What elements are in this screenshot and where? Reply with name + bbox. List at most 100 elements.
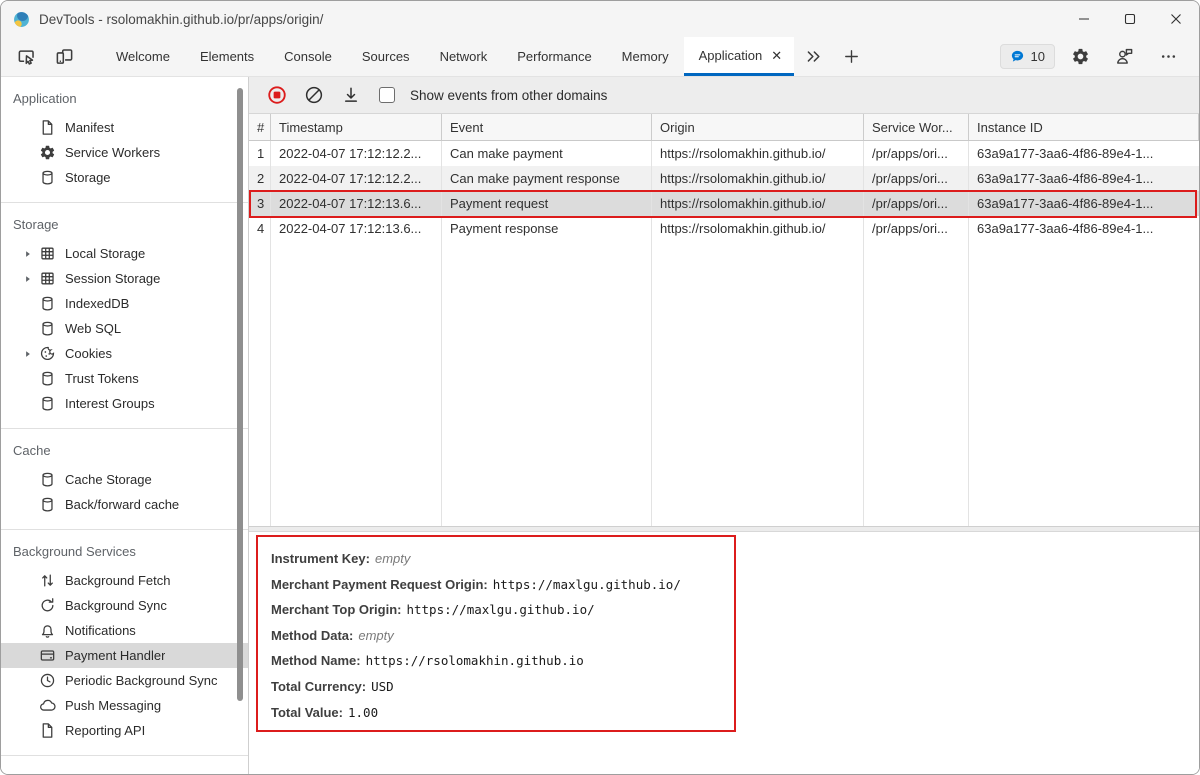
event-details-highlight-box: Instrument Key:empty Merchant Payment Re… [256, 535, 736, 732]
sidebar-item-indexeddb[interactable]: IndexedDB [1, 291, 248, 316]
column-header-service-worker[interactable]: Service Wor... [864, 114, 969, 141]
database-icon [39, 395, 56, 412]
table-cell-selected[interactable]: 2022-04-07 17:12:13.6... [271, 191, 442, 216]
tab-elements[interactable]: Elements [185, 37, 269, 76]
table-cell[interactable]: /pr/apps/ori... [864, 166, 969, 191]
expand-arrow-icon[interactable] [17, 349, 39, 359]
show-other-domains-checkbox[interactable] [379, 87, 395, 103]
sidebar-item-trust-tokens[interactable]: Trust Tokens [1, 366, 248, 391]
sidebar-item-reporting-api[interactable]: Reporting API [1, 718, 248, 743]
sidebar-item-cache-storage[interactable]: Cache Storage [1, 467, 248, 492]
table-cell-selected[interactable]: Payment request [442, 191, 652, 216]
device-toolbar-icon [55, 47, 74, 66]
tab-network[interactable]: Network [425, 37, 503, 76]
sidebar-item-notifications[interactable]: Notifications [1, 618, 248, 643]
sidebar-item-manifest[interactable]: Manifest [1, 115, 248, 140]
table-cell[interactable]: Can make payment response [442, 166, 652, 191]
tab-close-icon[interactable]: ✕ [771, 49, 782, 62]
sidebar-item-interest-groups[interactable]: Interest Groups [1, 391, 248, 416]
table-cell[interactable]: https://rsolomakhin.github.io/ [652, 141, 864, 166]
column-header-timestamp[interactable]: Timestamp [271, 114, 442, 141]
sidebar-item-background-fetch[interactable]: Background Fetch [1, 568, 248, 593]
payment-handler-panel: Show events from other domains # Timesta… [249, 77, 1199, 774]
table-cell[interactable]: 2022-04-07 17:12:12.2... [271, 141, 442, 166]
table-cell[interactable]: 2 [249, 166, 271, 191]
more-tabs-button[interactable] [796, 37, 830, 76]
table-cell[interactable]: /pr/apps/ori... [864, 216, 969, 241]
column-header-origin[interactable]: Origin [652, 114, 864, 141]
feedback-button[interactable] [1107, 47, 1141, 66]
table-cell[interactable]: https://rsolomakhin.github.io/ [652, 216, 864, 241]
issues-badge[interactable]: 10 [1000, 44, 1055, 69]
table-cell-selected[interactable]: 3 [249, 191, 271, 216]
sidebar-item-periodic-background-sync[interactable]: Periodic Background Sync [1, 668, 248, 693]
events-table: # Timestamp Event Origin Service Wor... … [249, 114, 1199, 526]
table-cell-selected[interactable]: /pr/apps/ori... [864, 191, 969, 216]
tab-sources[interactable]: Sources [347, 37, 425, 76]
detail-field: Instrument Key:empty [271, 546, 721, 572]
sidebar-item-cookies[interactable]: Cookies [1, 341, 248, 366]
table-cell[interactable]: https://rsolomakhin.github.io/ [652, 166, 864, 191]
events-toolbar: Show events from other domains [249, 77, 1199, 114]
table-cell[interactable]: 2022-04-07 17:12:13.6... [271, 216, 442, 241]
inspect-element-button[interactable] [9, 37, 43, 76]
section-application: Application Manifest Service Workers [1, 77, 248, 203]
table-icon [39, 270, 56, 287]
sidebar-item-web-sql[interactable]: Web SQL [1, 316, 248, 341]
expand-arrow-icon[interactable] [17, 274, 39, 284]
sidebar-scrollbar[interactable] [237, 88, 243, 701]
sidebar-item-local-storage[interactable]: Local Storage [1, 241, 248, 266]
table-cell[interactable]: 1 [249, 141, 271, 166]
detail-field: Merchant Top Origin:https://maxlgu.githu… [271, 597, 721, 623]
column-header-num[interactable]: # [249, 114, 271, 141]
settings-button[interactable] [1063, 47, 1097, 66]
table-cell-selected[interactable]: 63a9a177-3aa6-4f86-89e4-1... [969, 191, 1199, 216]
table-cell[interactable]: /pr/apps/ori... [864, 141, 969, 166]
add-tab-button[interactable] [834, 37, 868, 76]
sidebar-item-background-sync[interactable]: Background Sync [1, 593, 248, 618]
more-options-button[interactable] [1151, 48, 1185, 65]
device-toolbar-button[interactable] [47, 37, 81, 76]
section-background-services: Background Services Background Fetch Bac… [1, 530, 248, 756]
database-icon [39, 320, 56, 337]
expand-arrow-icon[interactable] [17, 249, 39, 259]
table-cell-selected[interactable]: https://rsolomakhin.github.io/ [652, 191, 864, 216]
sidebar-item-service-workers[interactable]: Service Workers [1, 140, 248, 165]
database-icon [39, 169, 56, 186]
close-icon [1170, 13, 1182, 25]
close-button[interactable] [1153, 1, 1199, 37]
devtools-window: DevTools - rsolomakhin.github.io/pr/apps… [0, 0, 1200, 775]
table-cell[interactable]: 2022-04-07 17:12:12.2... [271, 166, 442, 191]
sidebar-item-session-storage[interactable]: Session Storage [1, 266, 248, 291]
sidebar-item-back-forward-cache[interactable]: Back/forward cache [1, 492, 248, 517]
maximize-button[interactable] [1107, 1, 1153, 37]
table-cell[interactable]: Payment response [442, 216, 652, 241]
tab-welcome[interactable]: Welcome [101, 37, 185, 76]
tab-memory[interactable]: Memory [607, 37, 684, 76]
table-cell[interactable]: 63a9a177-3aa6-4f86-89e4-1... [969, 166, 1199, 191]
devtools-logo-icon [13, 11, 30, 28]
column-header-event[interactable]: Event [442, 114, 652, 141]
table-cell[interactable]: 63a9a177-3aa6-4f86-89e4-1... [969, 141, 1199, 166]
sidebar-item-push-messaging[interactable]: Push Messaging [1, 693, 248, 718]
tab-performance[interactable]: Performance [502, 37, 606, 76]
table-cell[interactable]: 63a9a177-3aa6-4f86-89e4-1... [969, 216, 1199, 241]
tab-application[interactable]: Application ✕ [684, 37, 795, 76]
application-sidebar: Application Manifest Service Workers [1, 77, 249, 774]
sidebar-item-storage[interactable]: Storage [1, 165, 248, 190]
record-events-button[interactable] [262, 80, 292, 110]
event-details-pane: Instrument Key:empty Merchant Payment Re… [249, 532, 1199, 774]
tab-console[interactable]: Console [269, 37, 347, 76]
sidebar-item-payment-handler[interactable]: Payment Handler [1, 643, 248, 668]
table-cell[interactable]: 4 [249, 216, 271, 241]
minimize-button[interactable] [1061, 1, 1107, 37]
column-header-instance-id[interactable]: Instance ID [969, 114, 1199, 141]
clear-events-button[interactable] [299, 80, 329, 110]
table-cell[interactable]: Can make payment [442, 141, 652, 166]
clock-icon [39, 672, 56, 689]
document-icon [39, 119, 56, 136]
section-cache: Cache Cache Storage Back/forward cache [1, 429, 248, 530]
download-events-button[interactable] [336, 80, 366, 110]
bell-icon [39, 622, 56, 639]
minimize-icon [1078, 13, 1090, 25]
